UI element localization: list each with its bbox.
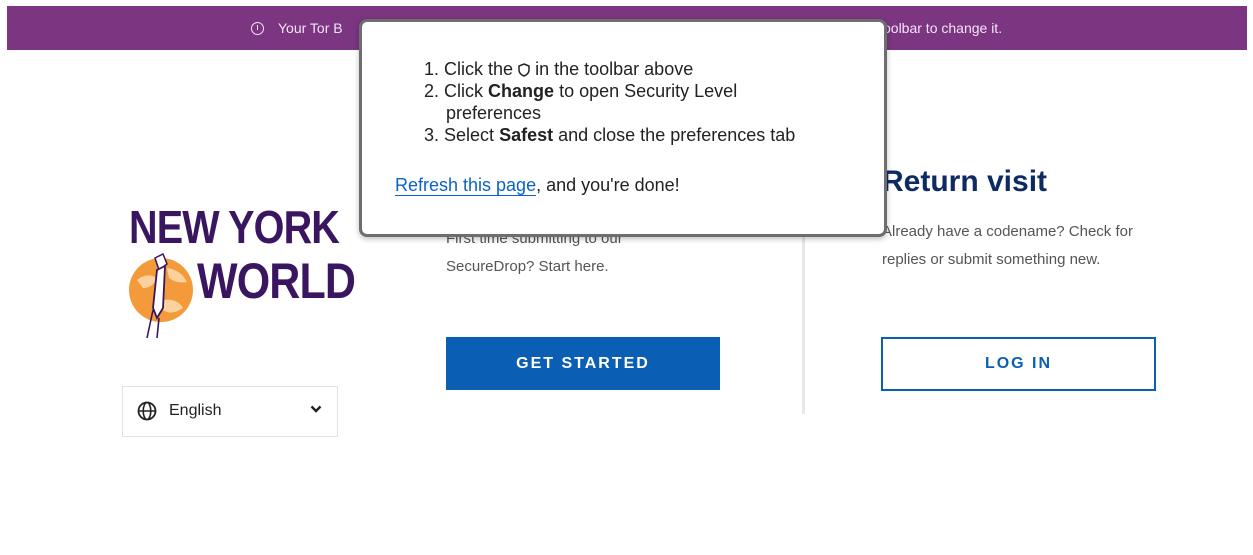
step-2-line2: preferences — [446, 103, 542, 123]
step-3: 3. Select Safest and close the preferenc… — [424, 124, 795, 146]
step-1-text-pre: Click the — [444, 59, 514, 79]
log-in-button[interactable]: LOG IN — [881, 337, 1156, 391]
language-label: English — [169, 402, 222, 419]
step-3-bold: Safest — [499, 125, 554, 145]
instruction-steps: 1. Click the in the toolbar above 2. Cli… — [424, 58, 795, 146]
step-2-number: 2. — [424, 81, 440, 101]
security-level-popup: 1. Click the in the toolbar above 2. Cli… — [359, 19, 887, 237]
step-2: 2. Click Change to open Security Level — [424, 80, 795, 102]
return-desc-line2: replies or submit something new. — [882, 251, 1101, 268]
step-1-text-post: in the toolbar above — [535, 59, 694, 79]
torch-globe-logo-art — [129, 252, 193, 339]
step-1-number: 1. — [424, 59, 440, 79]
column-divider — [802, 230, 805, 414]
step-2-text-post: to open Security Level — [559, 81, 738, 101]
first-time-desc-line2: SecureDrop? Start here. — [446, 258, 609, 275]
refresh-instruction: Refresh this page, and you're done! — [395, 175, 680, 196]
step-3-text-post: and close the preferences tab — [558, 125, 796, 145]
shield-icon — [518, 63, 530, 77]
step-3-number: 3. — [424, 125, 440, 145]
step-3-text-pre: Select — [444, 125, 495, 145]
logo-line1: NEW YORK — [129, 201, 340, 253]
banner-text-right: oolbar to change it. — [883, 20, 1003, 36]
step-2-text-pre: Click — [444, 81, 484, 101]
return-desc-line1: Already have a codename? Check for — [882, 223, 1133, 240]
new-york-world-logo: NEW YORK WORLD — [123, 200, 356, 340]
get-started-button[interactable]: GET STARTED — [446, 337, 720, 390]
return-visit-description: Already have a codename? Check for repli… — [882, 218, 1202, 274]
info-icon — [251, 21, 264, 35]
refresh-page-link[interactable]: Refresh this page — [395, 175, 537, 196]
chevron-down-icon — [310, 405, 322, 413]
logo-line2: WORLD — [197, 253, 356, 309]
language-selector[interactable]: English — [122, 386, 338, 437]
done-text: , and you're done! — [536, 175, 680, 195]
step-2-bold: Change — [488, 81, 555, 101]
return-visit-title: Return visit — [882, 165, 1048, 198]
banner-left: Your Tor B — [251, 20, 343, 36]
step-1: 1. Click the in the toolbar above — [424, 58, 795, 80]
banner-text-left: Your Tor B — [278, 20, 343, 36]
globe-icon — [137, 401, 157, 421]
